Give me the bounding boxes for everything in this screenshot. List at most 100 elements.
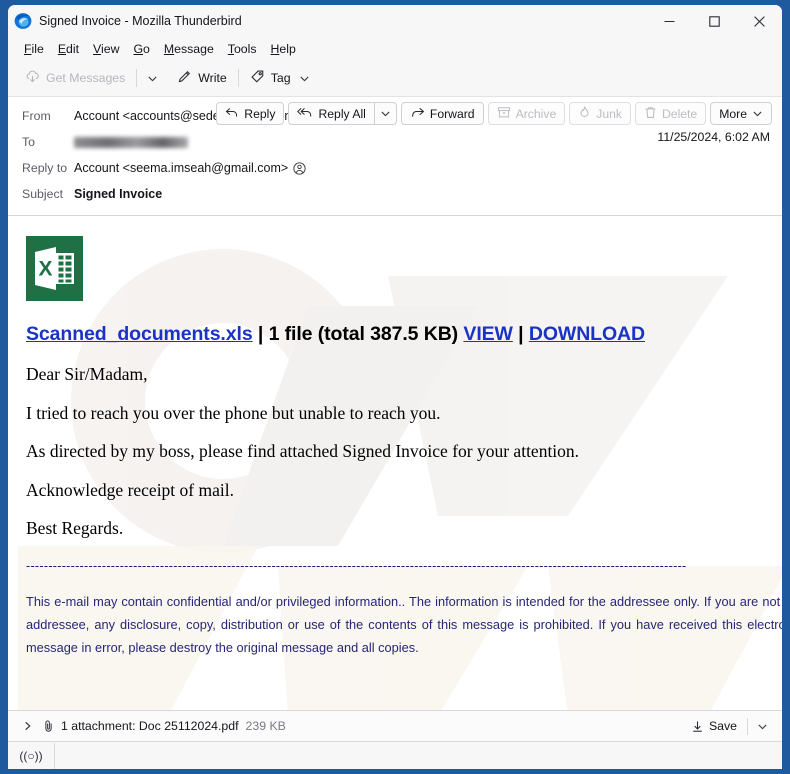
menu-bar: File Edit View Go Message Tools Help <box>8 37 782 60</box>
reply-all-dropdown[interactable] <box>373 102 397 125</box>
excel-file-icon: X <box>26 236 83 301</box>
reply-label: Reply <box>244 106 276 121</box>
title-bar: Signed Invoice - Mozilla Thunderbird <box>8 5 782 37</box>
to-value-redacted <box>74 137 188 148</box>
window-title: Signed Invoice - Mozilla Thunderbird <box>39 14 242 28</box>
view-link[interactable]: VIEW <box>463 323 513 345</box>
body-paragraph: Best Regards. <box>26 518 124 538</box>
reply-to-label: Reply to <box>22 161 68 175</box>
attachment-size: 239 KB <box>245 719 286 733</box>
minimize-icon[interactable] <box>647 5 692 37</box>
menu-help[interactable]: Help <box>264 40 303 58</box>
forward-label: Forward <box>429 106 475 121</box>
junk-button[interactable]: Junk <box>569 102 631 125</box>
more-button[interactable]: More <box>710 102 772 125</box>
disclaimer-text: This e-mail may contain confidential and… <box>26 593 782 656</box>
chevron-right-icon[interactable] <box>18 716 36 736</box>
delete-label: Delete <box>661 106 698 121</box>
reply-all-button[interactable]: Reply All <box>288 102 374 125</box>
body-paragraph: Acknowledge receipt of mail. <box>26 479 234 500</box>
download-link[interactable]: DOWNLOAD <box>529 323 645 345</box>
header-row-reply-to: Reply to Account <seema.imseah@gmail.com… <box>8 155 782 181</box>
archive-box-icon <box>497 106 511 122</box>
app-root: Signed Invoice - Mozilla Thunderbird Fil… <box>0 0 790 774</box>
attachment-actions: Save <box>684 716 774 736</box>
header-row-subject: Subject Signed Invoice <box>8 181 782 207</box>
menu-edit[interactable]: Edit <box>51 40 86 58</box>
junk-label: Junk <box>596 106 622 121</box>
contact-person-icon[interactable] <box>293 161 306 175</box>
cloud-download-icon <box>25 69 40 87</box>
signature-divider: ----------------------------------------… <box>26 558 686 573</box>
reply-all-arrow-icon <box>297 106 313 122</box>
get-messages-label: Get Messages <box>46 71 126 85</box>
tag-label: Tag <box>270 71 291 85</box>
message-body-pane: X Scanned_documents.xls | 1 file (total … <box>8 216 782 710</box>
to-label: To <box>22 135 35 149</box>
svg-text:X: X <box>38 258 52 281</box>
subject-label: Subject <box>22 187 64 201</box>
file-info-text: 1 file (total 387.5 KB) <box>268 323 459 345</box>
get-messages-button[interactable]: Get Messages <box>18 65 132 91</box>
main-toolbar: Get Messages Write Tag <box>8 60 782 97</box>
link-separator-2: | <box>512 323 529 345</box>
offline-signal-icon[interactable]: ((○)) <box>8 742 55 769</box>
subject-value: Signed Invoice <box>74 187 163 201</box>
menu-go[interactable]: Go <box>126 40 156 58</box>
archive-button[interactable]: Archive <box>487 102 566 125</box>
thunderbird-window: Signed Invoice - Mozilla Thunderbird Fil… <box>8 5 782 769</box>
attachment-name: 1 attachment: Doc 25112024.pdf <box>61 719 239 733</box>
chevron-down-icon <box>380 108 391 119</box>
maximize-icon[interactable] <box>692 5 737 37</box>
from-label: From <box>22 109 51 123</box>
forward-button[interactable]: Forward <box>400 102 484 125</box>
chevron-down-icon <box>752 108 763 119</box>
menu-file[interactable]: File <box>17 40 51 58</box>
menu-tools[interactable]: Tools <box>221 40 264 58</box>
attachment-separator <box>747 717 748 735</box>
body-paragraph: Dear Sir/Madam, <box>26 364 148 384</box>
delete-button[interactable]: Delete <box>634 102 707 125</box>
write-label: Write <box>198 71 227 85</box>
trash-icon <box>644 106 657 122</box>
more-label: More <box>719 106 747 121</box>
save-dropdown-button[interactable] <box>751 718 774 735</box>
thunderbird-logo-icon <box>14 12 32 30</box>
close-icon[interactable] <box>737 5 782 37</box>
window-controls <box>647 5 782 37</box>
message-text: Dear Sir/Madam, I tried to reach you ove… <box>26 364 782 538</box>
body-paragraph: I tried to reach you over the phone but … <box>26 402 441 423</box>
reply-button[interactable]: Reply <box>216 102 285 125</box>
chevron-down-icon <box>299 73 310 84</box>
reply-to-value: Account <seema.imseah@gmail.com> <box>74 161 289 175</box>
write-button[interactable]: Write <box>170 65 233 91</box>
reply-to-value-wrap[interactable]: Account <seema.imseah@gmail.com> <box>74 161 306 175</box>
archive-label: Archive <box>515 106 557 121</box>
scanned-documents-link[interactable]: Scanned_documents.xls <box>26 323 253 345</box>
body-paragraph: As directed by my boss, please find atta… <box>26 441 580 461</box>
toolbar-separator-1 <box>136 69 138 87</box>
message-date: 11/25/2024, 6:02 AM <box>657 130 770 144</box>
paperclip-icon <box>42 719 55 733</box>
link-separator-1: | <box>252 323 269 345</box>
tag-icon <box>250 69 265 87</box>
status-bar: ((○)) <box>8 741 782 769</box>
tag-button[interactable]: Tag <box>243 65 317 91</box>
pencil-icon <box>177 69 192 87</box>
message-actions: Reply Reply All Forward Archive Junk Del… <box>216 102 772 125</box>
junk-flame-icon <box>578 105 591 122</box>
menu-message[interactable]: Message <box>157 40 221 58</box>
toolbar-separator-2 <box>237 69 239 87</box>
reply-arrow-icon <box>225 106 239 122</box>
attachment-bar: 1 attachment: Doc 25112024.pdf 239 KB Sa… <box>8 710 782 741</box>
menu-view[interactable]: View <box>86 40 126 58</box>
message-header-pane: Reply Reply All Forward Archive Junk Del… <box>8 97 782 216</box>
attachment-link-line: Scanned_documents.xls | 1 file (total 38… <box>26 323 782 346</box>
to-value-wrap[interactable] <box>74 136 188 148</box>
save-attachment-button[interactable]: Save <box>684 716 744 736</box>
get-messages-dropdown[interactable] <box>141 69 164 88</box>
reply-all-label: Reply All <box>318 106 366 121</box>
message-body-content: X Scanned_documents.xls | 1 file (total … <box>8 216 782 662</box>
save-label: Save <box>708 719 737 733</box>
forward-arrow-icon <box>410 106 425 122</box>
